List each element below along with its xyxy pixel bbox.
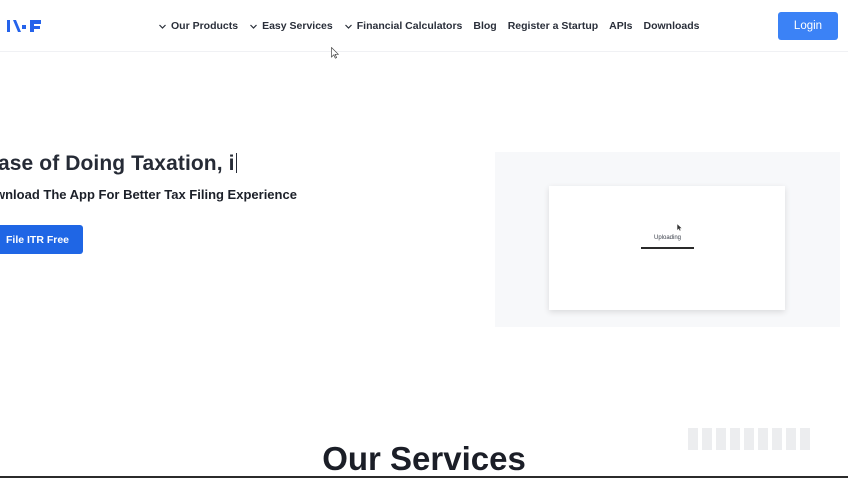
hero-title-text: ase of Doing Taxation, i — [0, 152, 235, 175]
nav-item-label: Financial Calculators — [356, 20, 463, 32]
chevron-down-icon — [159, 24, 166, 29]
nav-item-easy-services[interactable]: Easy Services — [249, 20, 333, 32]
nav-item-blog[interactable]: Blog — [473, 20, 496, 32]
chevron-down-icon — [344, 24, 352, 29]
file-itr-button[interactable]: File ITR Free — [0, 225, 83, 254]
hero-subtitle: wnload The App For Better Tax Filing Exp… — [0, 187, 297, 202]
upload-progress-bar — [641, 247, 694, 249]
nav-item-financial-calculators[interactable]: Financial Calculators — [344, 20, 463, 32]
nav-item-register-a-startup[interactable]: Register a Startup — [508, 20, 598, 32]
nav-item-label: Register a Startup — [507, 20, 599, 32]
hero-title: ase of Doing Taxation, i — [0, 152, 238, 176]
nav-item-label: Our Products — [171, 20, 239, 32]
mouse-pointer-icon — [331, 47, 339, 59]
preview-pointer-icon — [677, 224, 682, 231]
nav-item-label: Blog — [473, 20, 497, 32]
nav-item-downloads[interactable]: Downloads — [644, 20, 700, 32]
main-nav: Our Products Easy Services Financial Calcu… — [158, 0, 711, 52]
nav-item-apis[interactable]: APIs — [609, 20, 632, 32]
typing-caret — [235, 153, 238, 173]
chevron-down-icon — [250, 24, 258, 29]
uploading-status: Uploading — [653, 235, 682, 241]
page: Our Products Easy Services Financial Calcu… — [0, 0, 848, 478]
login-button[interactable]: Login — [778, 12, 838, 40]
brand-logo[interactable] — [6, 17, 44, 35]
nav-item-our-products[interactable]: Our Products — [158, 20, 238, 32]
top-navigation-bar: Our Products Easy Services Financial Calcu… — [0, 0, 848, 59]
nav-item-label: Downloads — [643, 20, 700, 32]
watermark-logo — [688, 428, 810, 450]
nav-item-label: Easy Services — [262, 20, 333, 32]
nav-item-label: APIs — [609, 20, 633, 32]
